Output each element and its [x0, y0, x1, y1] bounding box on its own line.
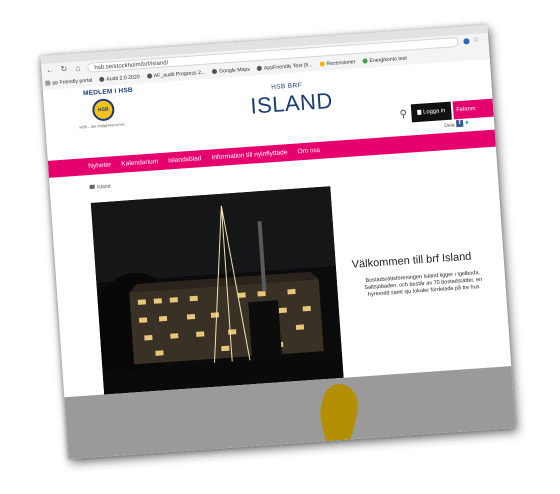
- back-icon[interactable]: ←: [45, 65, 55, 76]
- bookmark-item[interactable]: Google Maps: [211, 66, 250, 75]
- chrome-icon: [256, 65, 263, 72]
- night-building-image: [90, 186, 344, 395]
- reload-icon[interactable]: ↻: [59, 64, 69, 75]
- home-icon[interactable]: ⌂: [73, 63, 83, 74]
- breadcrumb: Island: [89, 183, 111, 191]
- hero-photo: [90, 186, 344, 395]
- bookmark-star-icon[interactable]: ☆: [473, 35, 480, 45]
- nav-item-om-oss[interactable]: Om oss: [297, 147, 320, 156]
- bookmark-item[interactable]: AF_audit Progress 2...: [146, 69, 205, 79]
- bookmark-item[interactable]: Recensioner: [319, 59, 356, 68]
- yellow-shape: [320, 384, 358, 442]
- report-fault-button[interactable]: Felanm: [452, 98, 494, 120]
- bookmark-item[interactable]: Audit 2.0 2020: [99, 74, 140, 83]
- bookmark-item[interactable]: AppFriendly Test (fi...: [256, 62, 313, 72]
- nav-item-nyheter[interactable]: Nyheter: [88, 161, 112, 170]
- nav-item-information[interactable]: Information till nyinflyttade: [211, 149, 288, 161]
- login-button[interactable]: Logga in: [410, 101, 452, 123]
- nav-item-kalendarium[interactable]: Kalendarium: [121, 158, 158, 168]
- search-icon[interactable]: ⚲: [397, 108, 410, 122]
- screenshot-sheet: ← ↻ ⌂ hsb.se/stockholm/brf/island/ ☆ pp …: [40, 24, 516, 460]
- chrome-icon: [99, 76, 105, 83]
- bookmark-item[interactable]: Energikonto test: [362, 55, 407, 64]
- chrome-icon: [211, 68, 218, 75]
- twitter-icon[interactable]: ♦: [465, 118, 469, 127]
- extension-icon[interactable]: [463, 38, 470, 45]
- leaf-icon: [362, 58, 368, 64]
- breadcrumb-current: Island: [96, 183, 111, 191]
- gear-icon: [45, 80, 51, 86]
- doc-icon: [319, 61, 325, 67]
- bookmark-item[interactable]: pp Friendly portal: [45, 77, 93, 86]
- home-icon[interactable]: [89, 184, 95, 189]
- chrome-icon: [146, 73, 152, 79]
- lock-icon: [417, 109, 422, 115]
- facebook-icon[interactable]: f: [455, 119, 464, 128]
- login-label: Logga in: [422, 108, 446, 116]
- nav-item-islandsblad[interactable]: Islandsblad: [168, 155, 202, 164]
- share-label: Dela: [444, 122, 455, 130]
